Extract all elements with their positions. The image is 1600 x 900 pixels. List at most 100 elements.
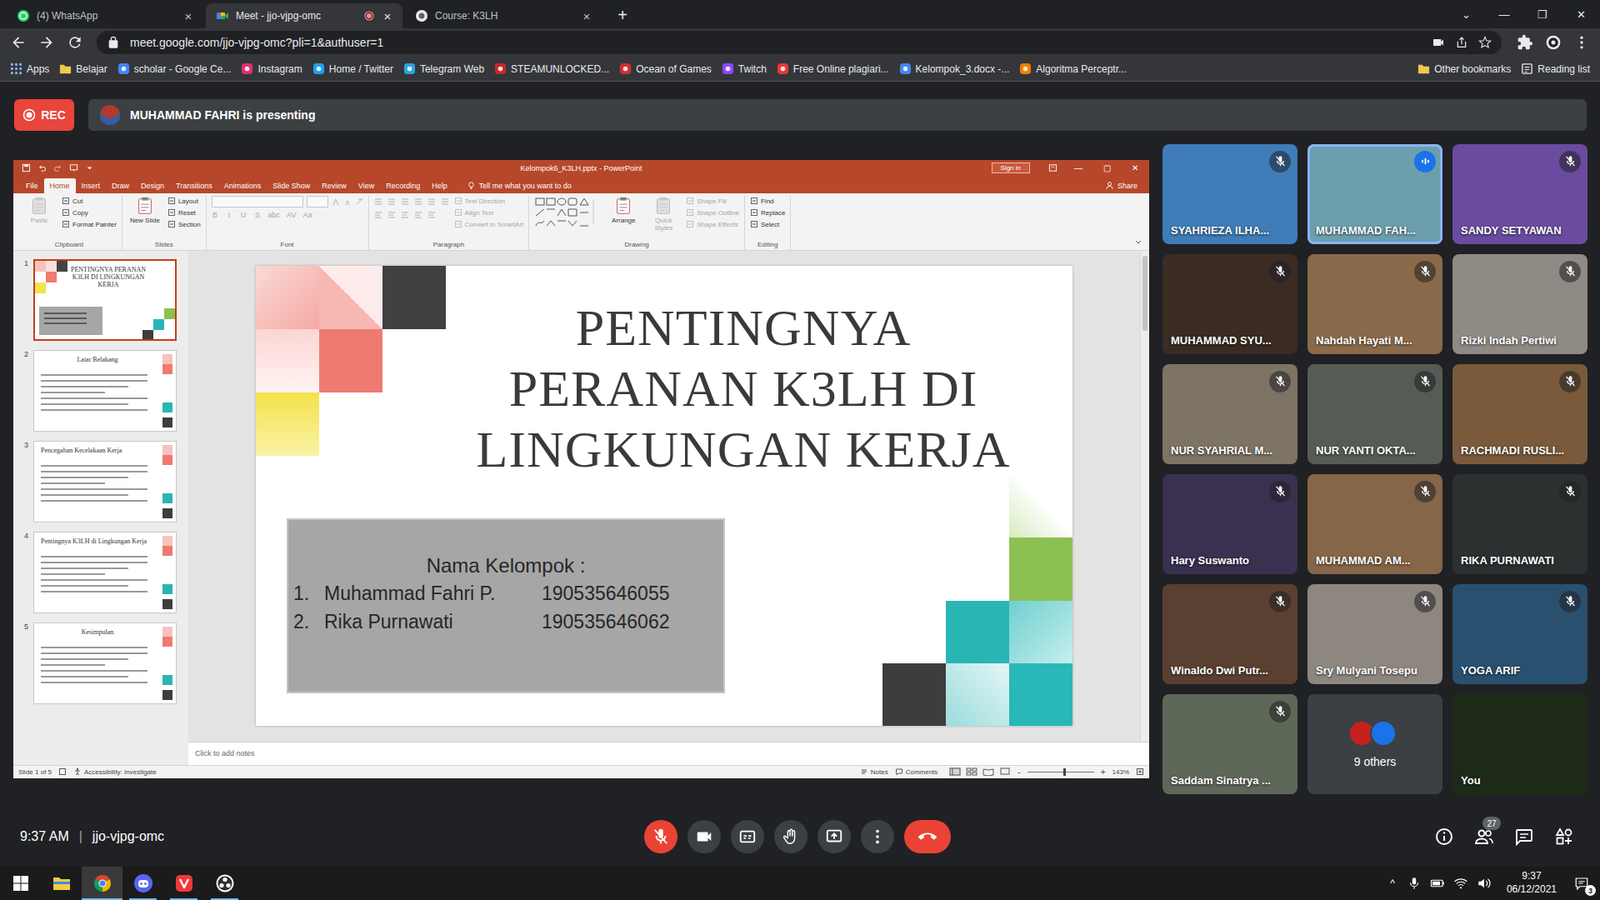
browser-tab[interactable]: (4) WhatsApp×	[6, 3, 204, 29]
slide-sorter-icon[interactable]	[965, 767, 978, 776]
group-members-box[interactable]: Nama Kelompok :1.Muhammad Fahri P.190535…	[286, 518, 725, 694]
accessibility-status[interactable]: Accessibility: Investigate	[73, 767, 157, 776]
wifi-icon[interactable]	[1453, 875, 1469, 891]
participant-tile[interactable]: Sry Mulyani Tosepu	[1307, 584, 1443, 685]
align-text-icon[interactable]	[374, 210, 383, 220]
participant-tile[interactable]: RIKA PURNAWATI	[1452, 474, 1588, 575]
chrome-taskbar-button[interactable]	[81, 866, 123, 900]
ribbon-small-button[interactable]: Find	[750, 195, 785, 207]
participant-tile[interactable]: 9 others	[1307, 694, 1443, 795]
spelling-icon[interactable]	[58, 767, 67, 776]
tab-close-button[interactable]: ×	[181, 9, 195, 24]
ribbon-small-button[interactable]: Text Direction	[454, 195, 525, 207]
tab-close-button[interactable]: ×	[380, 9, 395, 24]
reading-view-icon[interactable]	[982, 767, 995, 776]
ribbon-small-button[interactable]: Section	[167, 219, 201, 230]
font-format-button[interactable]: S	[254, 210, 262, 220]
font-format-button[interactable]: abc	[268, 210, 281, 220]
slide[interactable]: PENTINGNYAPERANAN K3LH DILINGKUNGAN KERJ…	[255, 265, 1073, 726]
normal-view-icon[interactable]	[949, 767, 961, 776]
bookmark[interactable]: Algoritma Perceptr...	[1019, 62, 1127, 75]
ribbon-options-icon[interactable]	[1048, 163, 1058, 173]
bookmark[interactable]: STEAMUNLOCKED...	[494, 62, 610, 75]
slideshow-view-icon[interactable]	[999, 767, 1011, 776]
ribbon-big-button[interactable]: Quick Styles	[645, 195, 681, 232]
forward-arrow-icon[interactable]	[35, 30, 59, 55]
window-control-button[interactable]: ⌄	[1446, 0, 1485, 29]
bookmark[interactable]: Home / Twitter	[312, 62, 394, 75]
font-name-field[interactable]	[211, 195, 304, 208]
font-format-button[interactable]: I	[225, 210, 234, 220]
ribbon-small-button[interactable]: Cut	[61, 195, 117, 207]
ribbon-big-button[interactable]: New Slide	[127, 195, 163, 225]
participant-tile[interactable]: Rizki Indah Pertiwi	[1452, 254, 1588, 355]
scrollbar-thumb[interactable]	[1142, 255, 1148, 331]
share-icon[interactable]	[1455, 35, 1469, 50]
tell-me-search[interactable]: Tell me what you want to do	[466, 178, 572, 194]
font-format-button[interactable]: Aa	[302, 210, 312, 220]
volume-icon[interactable]	[1476, 875, 1492, 891]
ribbon-small-button[interactable]: Shape Fill	[685, 195, 740, 207]
ribbon-small-button[interactable]: Select	[750, 219, 785, 230]
battery-icon[interactable]	[1430, 875, 1445, 891]
shrink-font-icon[interactable]	[343, 197, 352, 206]
participant-tile[interactable]: You	[1452, 694, 1588, 795]
participant-tile[interactable]: RACHMADI RUSLI...	[1452, 364, 1588, 465]
reload-icon[interactable]	[63, 30, 87, 55]
ribbon-tab[interactable]: Draw	[105, 178, 135, 194]
ribbon-tab[interactable]: View	[352, 178, 380, 194]
present-button[interactable]	[817, 820, 851, 854]
ribbon-big-button[interactable]: Arrange	[605, 195, 641, 225]
bookmark[interactable]: scholar - Google Ce...	[117, 62, 232, 75]
bookmark[interactable]: Ocean of Games	[619, 62, 712, 75]
ribbon-small-button[interactable]: Copy	[61, 207, 117, 219]
activities-button[interactable]	[1554, 826, 1575, 847]
profile-avatar-icon[interactable]	[1541, 30, 1565, 55]
ribbon-tab[interactable]: Transitions	[170, 178, 219, 194]
ribbon-big-button[interactable]: Paste	[21, 195, 57, 225]
mic-button[interactable]	[644, 820, 678, 854]
list-format-icon[interactable]	[374, 197, 383, 206]
ribbon-small-button[interactable]: Layout	[167, 195, 201, 207]
window-control-button[interactable]: ✕	[1561, 0, 1600, 29]
participant-tile[interactable]: MUHAMMAD SYU...	[1162, 254, 1298, 355]
participant-tile[interactable]: NUR SYAHRIAL M...	[1162, 364, 1298, 465]
ribbon-small-button[interactable]: Convert to SmartArt	[454, 219, 525, 230]
browser-tab[interactable]: Course: K3LH×	[405, 3, 602, 29]
captions-button[interactable]	[730, 820, 765, 854]
ribbon-small-button[interactable]: Shape Outline	[685, 207, 740, 219]
people-button[interactable]: 27	[1474, 826, 1495, 847]
zoom-level[interactable]: 143%	[1112, 768, 1130, 776]
fit-slide-icon[interactable]	[1135, 767, 1145, 776]
extensions-puzzle-icon[interactable]	[1513, 30, 1537, 55]
slide-title[interactable]: PENTINGNYAPERANAN K3LH DILINGKUNGAN KERJ…	[455, 297, 1031, 480]
zoom-slider[interactable]	[1027, 771, 1095, 773]
info-button[interactable]	[1434, 826, 1455, 847]
font-format-button[interactable]: U	[240, 210, 248, 220]
bookmark[interactable]: Twitch	[721, 62, 767, 75]
participant-tile[interactable]: Winaldo Dwi Putr...	[1162, 584, 1298, 685]
clear-format-icon[interactable]	[355, 197, 364, 206]
bookmark[interactable]: Reading list	[1520, 62, 1590, 75]
window-control-button[interactable]: ✕	[1120, 163, 1150, 173]
participant-tile[interactable]: NUR YANTI OKTA...	[1307, 364, 1443, 465]
bookmark[interactable]: Other bookmarks	[1417, 62, 1511, 75]
clock[interactable]: 9:3706/12/2021	[1500, 870, 1564, 896]
obs-taskbar-button[interactable]	[204, 866, 245, 900]
collapse-ribbon-icon[interactable]	[1134, 238, 1143, 247]
participant-tile[interactable]: Saddam Sinatrya ...	[1162, 694, 1298, 795]
align-text-icon[interactable]	[427, 210, 436, 220]
align-text-icon[interactable]	[414, 210, 423, 220]
notification-center-button[interactable]: 3	[1571, 873, 1592, 894]
end-button[interactable]	[904, 820, 951, 854]
window-control-button[interactable]: —	[1064, 163, 1093, 173]
bookmark[interactable]: Telegram Web	[403, 62, 485, 75]
slide-thumbnail[interactable]: PENTINGNYA PERANAN K3LH DI LINGKUNGAN KE…	[33, 259, 177, 341]
zoom-slider-knob[interactable]	[1063, 768, 1066, 776]
ribbon-small-button[interactable]: Format Painter	[61, 219, 117, 230]
more-button[interactable]	[860, 820, 895, 854]
ribbon-small-button[interactable]: Align Text	[454, 207, 525, 219]
redo-icon[interactable]	[53, 163, 63, 173]
bookmark[interactable]: Kelompok_3.docx -...	[899, 62, 1010, 75]
shapes-gallery-icon[interactable]	[534, 195, 601, 230]
